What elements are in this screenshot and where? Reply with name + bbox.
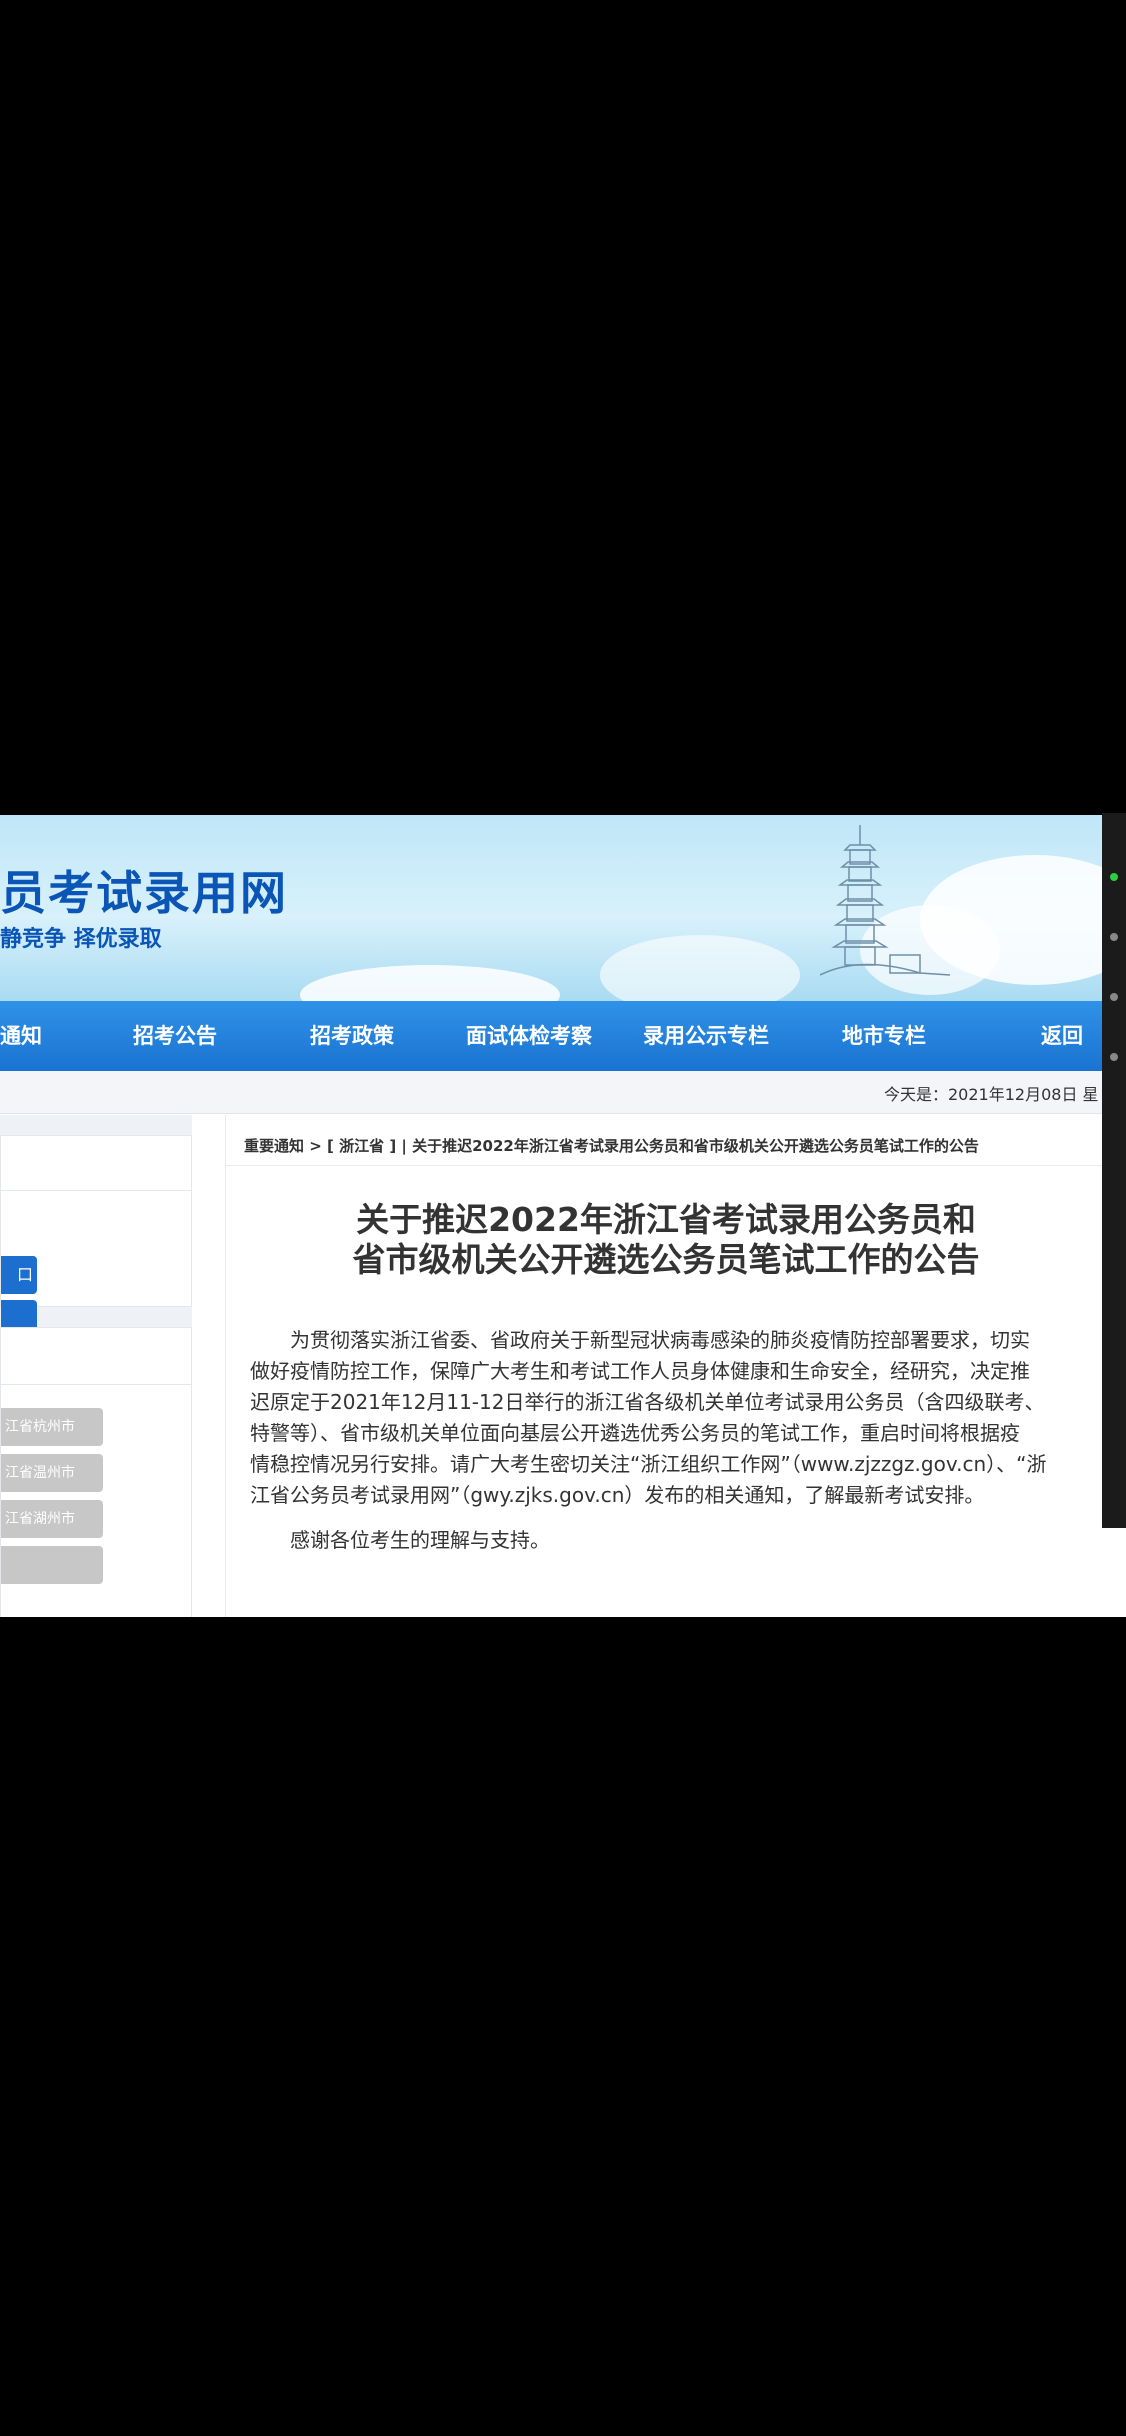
city-link-wenzhou[interactable]: 江省温州市: [1, 1454, 103, 1492]
current-date: 今天是：2021年12月08日 星: [884, 1085, 1099, 1104]
left-sidebar: 口 江省杭州市 江省温州市 江省湖州市: [0, 1115, 192, 1617]
city-link-huzhou[interactable]: 江省湖州市: [1, 1500, 103, 1538]
nav-item-notice[interactable]: 通知: [0, 1001, 42, 1071]
paragraph-line: 特警等）、省市级机关单位面向基层公开遴选优秀公务员的笔试工作，重启时间将根据疫: [250, 1421, 1020, 1445]
nav-item-policy[interactable]: 招考政策: [310, 1001, 394, 1071]
divider: [226, 1165, 1126, 1166]
nav-item-announcements[interactable]: 招考公告: [133, 1001, 217, 1071]
paragraph-line: 为贯彻落实浙江省委、省政府关于新型冠状病毒感染的肺炎疫情防控部署要求，切实: [250, 1328, 1030, 1352]
paragraph-line: 做好疫情防控工作，保障广大考生和考试工作人员身体健康和生命安全，经研究，决定推: [250, 1359, 1030, 1383]
main-nav: 通知 招考公告 招考政策 面试体检考察 录用公示专栏 地市专栏 返回: [0, 1001, 1126, 1071]
paragraph-line: 迟原定于2021年12月11-12日举行的浙江省各级机关单位考试录用公务员（含四…: [250, 1390, 1045, 1414]
article-panel: 重要通知 > [ 浙江省 ] | 关于推迟2022年浙江省考试录用公务员和省市级…: [225, 1115, 1126, 1617]
webpage-screenshot: 员考试录用网 静竞争 择优录取 通知 招考公告 招考政策 面试体检考察 录用公示…: [0, 815, 1126, 1617]
thanks-line: 感谢各位考生的理解与支持。: [250, 1528, 550, 1552]
status-dot-icon: [1110, 873, 1118, 881]
site-title: 员考试录用网: [0, 866, 288, 920]
nav-item-publicity[interactable]: 录用公示专栏: [643, 1001, 769, 1071]
side-toolbar-strip: [1102, 813, 1126, 1528]
city-link-hangzhou[interactable]: 江省杭州市: [1, 1408, 103, 1446]
status-dot-icon: [1110, 993, 1118, 1001]
city-link-next[interactable]: [1, 1546, 103, 1584]
nav-item-cities[interactable]: 地市专栏: [842, 1001, 926, 1071]
site-slogan: 静竞争 择优录取: [0, 927, 162, 952]
pagoda-illustration: [820, 825, 951, 976]
header-banner: 员考试录用网 静竞争 择优录取: [0, 815, 1126, 1001]
nav-item-back[interactable]: 返回: [1041, 1001, 1083, 1071]
nav-item-interview[interactable]: 面试体检考察: [466, 1001, 592, 1071]
login-button[interactable]: 口: [1, 1256, 37, 1294]
paragraph-line: 江省公务员考试录用网”（gwy.zjks.gov.cn）发布的相关通知，了解最新…: [250, 1483, 985, 1507]
status-dot-icon: [1110, 933, 1118, 941]
login-panel: 口: [0, 1135, 192, 1338]
city-panel: 江省杭州市 江省温州市 江省湖州市: [0, 1327, 192, 1617]
status-dot-icon: [1110, 1053, 1118, 1061]
article-title-line-2: 省市级机关公开遴选公务员笔试工作的公告: [352, 1240, 980, 1279]
paragraph-line: 情稳控情况另行安排。请广大考生密切关注“浙江组织工作网”（www.zjzzgz.…: [250, 1452, 1047, 1476]
date-bar: 今天是：2021年12月08日 星: [0, 1071, 1126, 1114]
breadcrumb[interactable]: 重要通知 > [ 浙江省 ] | 关于推迟2022年浙江省考试录用公务员和省市级…: [244, 1135, 979, 1156]
